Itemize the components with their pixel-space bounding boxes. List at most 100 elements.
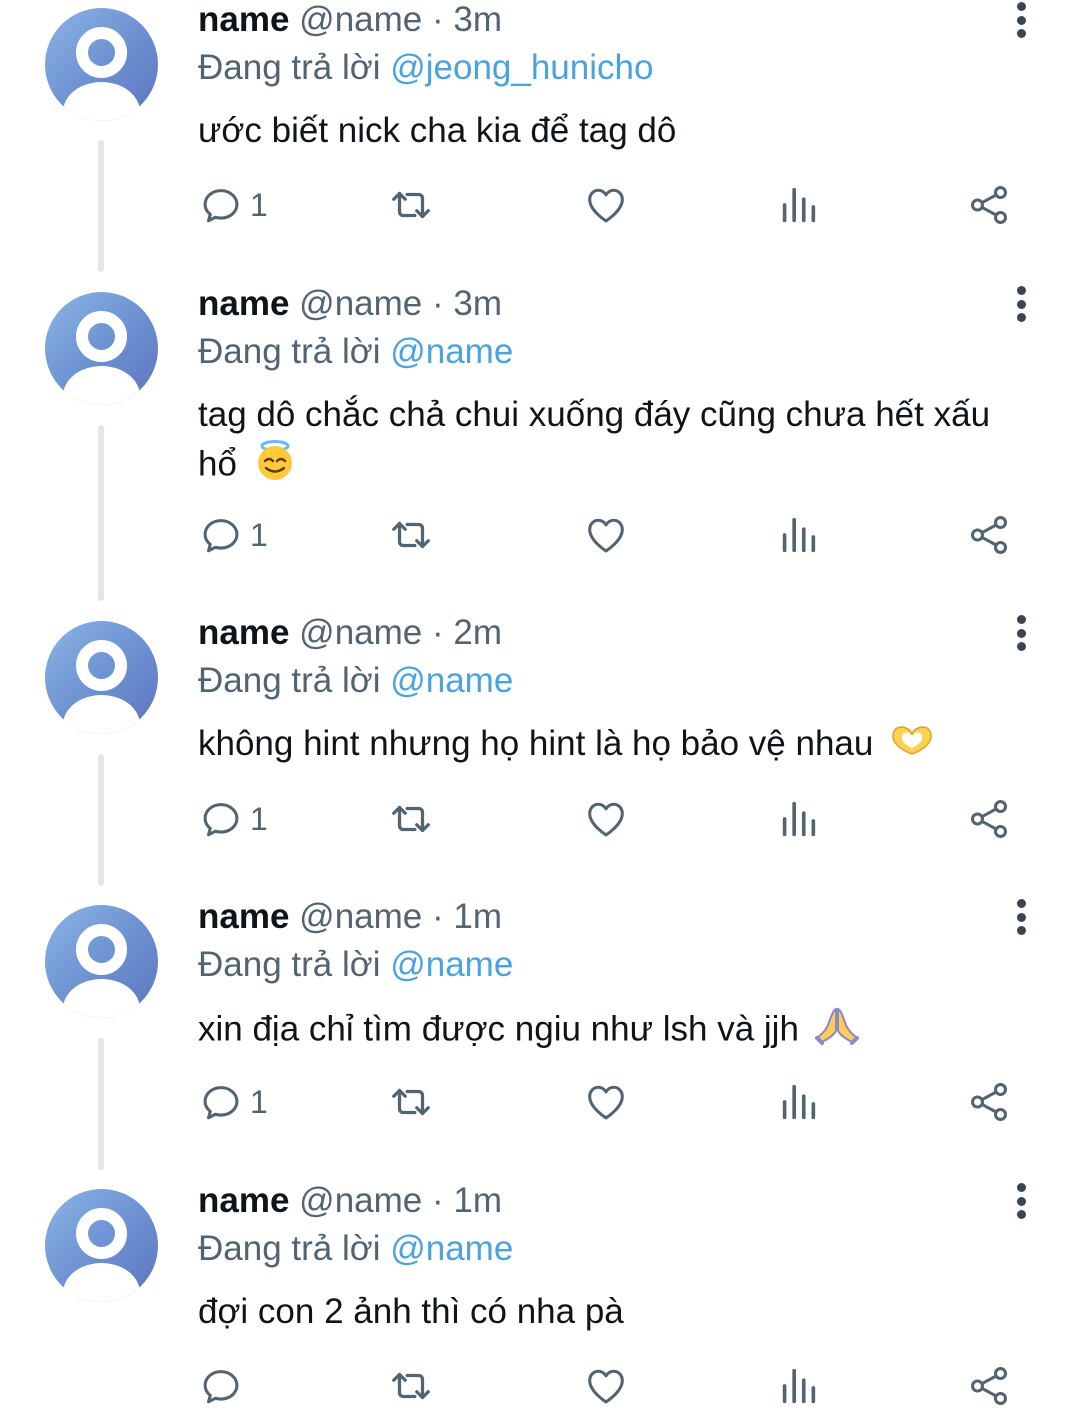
reply-button[interactable]: 1 [198, 181, 268, 229]
mention-link[interactable]: @jeong_hunicho [390, 48, 653, 87]
reply-button[interactable]: 1 [198, 511, 268, 559]
user-handle[interactable]: @name [299, 897, 422, 936]
views-button[interactable] [775, 795, 821, 843]
retweet-icon [392, 521, 430, 549]
timestamp[interactable]: 3m [453, 284, 502, 323]
separator-dot: · [432, 0, 444, 39]
retweet-icon [392, 1088, 430, 1116]
user-handle[interactable]: @name [299, 0, 422, 39]
analytics-icon [782, 1084, 816, 1120]
action-bar: 1 [198, 511, 1028, 559]
more-options-icon[interactable] [1010, 1181, 1032, 1221]
avatar[interactable] [45, 1189, 158, 1302]
share-button[interactable] [966, 795, 1012, 843]
separator-dot: · [432, 284, 444, 323]
analytics-icon [782, 801, 816, 837]
tweet-text-body: ước biết nick cha kia để tag dô [198, 111, 677, 150]
mention-link[interactable]: @name [390, 1229, 513, 1268]
share-button[interactable] [966, 1362, 1012, 1410]
separator-dot: · [432, 1181, 444, 1220]
tweet-text: tag dô chắc chả chui xuống đáy cũng chưa… [198, 392, 1028, 494]
replying-to-label: Đang trả lời [198, 1229, 381, 1268]
thread-line [98, 754, 104, 886]
reply-button[interactable]: 1 [198, 795, 268, 843]
tweet-text: không hint nhưng họ hint là họ bảo vệ nh… [198, 721, 1028, 770]
display-name[interactable]: name [198, 1181, 289, 1220]
reply-count: 1 [250, 516, 268, 553]
reply-count: 1 [250, 800, 268, 837]
avatar[interactable] [45, 905, 158, 1018]
analytics-icon [782, 187, 816, 223]
heart-icon [588, 802, 624, 837]
action-bar: 1 [198, 1078, 1028, 1126]
user-handle[interactable]: @name [299, 284, 422, 323]
retweet-button[interactable] [388, 181, 434, 229]
reply-count: 1 [250, 1083, 268, 1120]
more-options-icon[interactable] [1010, 284, 1032, 324]
like-button[interactable] [583, 1362, 629, 1410]
avatar[interactable] [45, 8, 158, 121]
reply-button[interactable] [198, 1362, 250, 1410]
replying-to-label: Đang trả lời [198, 332, 381, 371]
views-button[interactable] [775, 1078, 821, 1126]
reply-icon [203, 1086, 239, 1120]
retweet-button[interactable] [388, 795, 434, 843]
tweet-text: xin địa chỉ tìm được ngiu như lsh và jjh [198, 1005, 1028, 1057]
tweet-header: name @name · 1m [198, 1181, 502, 1221]
display-name[interactable]: name [198, 284, 289, 323]
views-button[interactable] [775, 1362, 821, 1410]
retweet-button[interactable] [388, 511, 434, 559]
mention-link[interactable]: @name [390, 332, 513, 371]
retweet-button[interactable] [388, 1078, 434, 1126]
tweet-header: name @name · 3m [198, 0, 502, 40]
more-options-icon[interactable] [1010, 897, 1032, 937]
user-handle[interactable]: @name [299, 1181, 422, 1220]
action-bar: 1 [198, 181, 1028, 229]
views-button[interactable] [775, 511, 821, 559]
tweet-header: name @name · 1m [198, 897, 502, 937]
action-bar: 1 [198, 795, 1028, 843]
replying-to: Đang trả lời @name [198, 332, 513, 372]
share-button[interactable] [966, 511, 1012, 559]
reply-icon [203, 189, 239, 223]
mention-link[interactable]: @name [390, 945, 513, 984]
display-name[interactable]: name [198, 613, 289, 652]
display-name[interactable]: name [198, 897, 289, 936]
timestamp[interactable]: 2m [453, 613, 502, 652]
action-bar [198, 1362, 1028, 1410]
thread-line [98, 1038, 104, 1170]
more-options-icon[interactable] [1010, 613, 1032, 653]
tweet-header: name @name · 3m [198, 284, 502, 324]
thread-line [98, 140, 104, 272]
tweet-text-body: xin địa chỉ tìm được ngiu như lsh và jjh [198, 1009, 799, 1049]
replying-to-label: Đang trả lời [198, 48, 381, 87]
retweet-button[interactable] [388, 1362, 434, 1410]
mention-link[interactable]: @name [390, 661, 513, 700]
reply-button[interactable]: 1 [198, 1078, 268, 1126]
retweet-icon [392, 805, 430, 833]
user-handle[interactable]: @name [299, 613, 422, 652]
separator-dot: · [432, 897, 444, 936]
more-options-icon[interactable] [1010, 0, 1032, 40]
avatar[interactable] [45, 621, 158, 734]
heart-icon [588, 1085, 624, 1120]
share-icon [970, 1367, 1008, 1405]
timestamp[interactable]: 3m [453, 0, 502, 39]
like-button[interactable] [583, 511, 629, 559]
tweet-text: đợi con 2 ảnh thì có nha pà [198, 1289, 1028, 1335]
replying-to-label: Đang trả lời [198, 945, 381, 984]
avatar[interactable] [45, 292, 158, 405]
heart-hands-emoji-icon [889, 722, 935, 770]
tweet-text-body: đợi con 2 ảnh thì có nha pà [198, 1292, 624, 1331]
reply-icon [203, 519, 239, 553]
views-button[interactable] [775, 181, 821, 229]
like-button[interactable] [583, 181, 629, 229]
like-button[interactable] [583, 1078, 629, 1126]
share-button[interactable] [966, 1078, 1012, 1126]
share-button[interactable] [966, 181, 1012, 229]
like-button[interactable] [583, 795, 629, 843]
display-name[interactable]: name [198, 0, 289, 39]
share-icon [970, 800, 1008, 838]
timestamp[interactable]: 1m [453, 1181, 502, 1220]
timestamp[interactable]: 1m [453, 897, 502, 936]
